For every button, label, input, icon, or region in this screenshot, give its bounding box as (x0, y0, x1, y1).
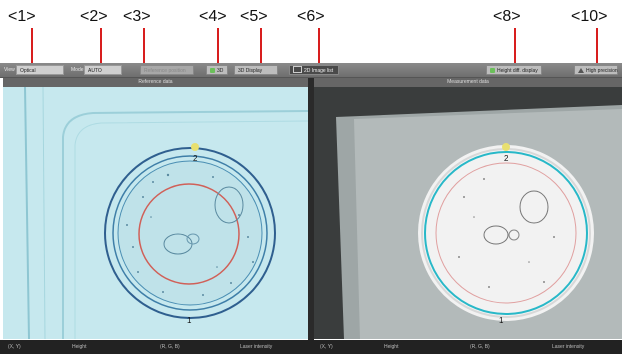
mode-label: Mode (71, 67, 84, 73)
view-select[interactable]: Optical (16, 65, 64, 75)
reference-position-button[interactable]: Reference position (140, 65, 194, 75)
2d-image-list-button[interactable]: 2D Image list (289, 65, 339, 75)
3d-display-button[interactable]: 3D Display (234, 65, 278, 75)
left-marker-1: 1 (187, 316, 192, 325)
callout-4: <4> (199, 8, 227, 25)
height-diff-display-button[interactable]: Height diff. display (486, 65, 542, 75)
reference-image: 2 1 (3, 87, 308, 339)
left-rgb-readout: (R, G, B) (160, 344, 180, 350)
view-label: View (4, 67, 15, 73)
height-diff-icon (490, 68, 495, 73)
toolbar: View Optical Mode AUTO Reference positio… (0, 63, 622, 78)
callout-8: <8> (493, 8, 521, 25)
left-laser-readout: Laser intensity (240, 344, 273, 350)
measurement-image: 2 1 (314, 87, 622, 339)
precision-icon (578, 68, 584, 73)
measurement-data-view[interactable]: 2 1 (314, 87, 622, 339)
image-list-icon (293, 66, 302, 73)
bottom-status-bar: (X, Y) Height (R, G, B) Laser intensity … (0, 340, 622, 354)
callout-1: <1> (8, 8, 36, 25)
right-panel-title: Measurement data (314, 78, 622, 87)
high-precision-button[interactable]: High precision (574, 65, 618, 75)
3d-icon (210, 68, 215, 73)
left-panel-title: Reference data (3, 78, 308, 87)
right-marker-2: 2 (504, 154, 509, 163)
left-xy-readout: (X, Y) (8, 344, 21, 350)
3d-button[interactable]: 3D (206, 65, 228, 75)
callout-3: <3> (123, 8, 151, 25)
left-height-readout: Height (72, 344, 87, 350)
reference-data-view[interactable]: 2 1 (3, 87, 308, 339)
callout-10: <10> (571, 8, 608, 25)
callout-2: <2> (80, 8, 108, 25)
right-laser-readout: Laser intensity (552, 344, 585, 350)
left-marker-2: 2 (193, 154, 198, 163)
right-height-readout: Height (384, 344, 399, 350)
right-rgb-readout: (R, G, B) (470, 344, 490, 350)
right-xy-readout: (X, Y) (320, 344, 333, 350)
right-marker-1: 1 (499, 316, 504, 325)
mode-select[interactable]: AUTO (84, 65, 122, 75)
callout-5: <5> (240, 8, 268, 25)
callout-6: <6> (297, 8, 325, 25)
